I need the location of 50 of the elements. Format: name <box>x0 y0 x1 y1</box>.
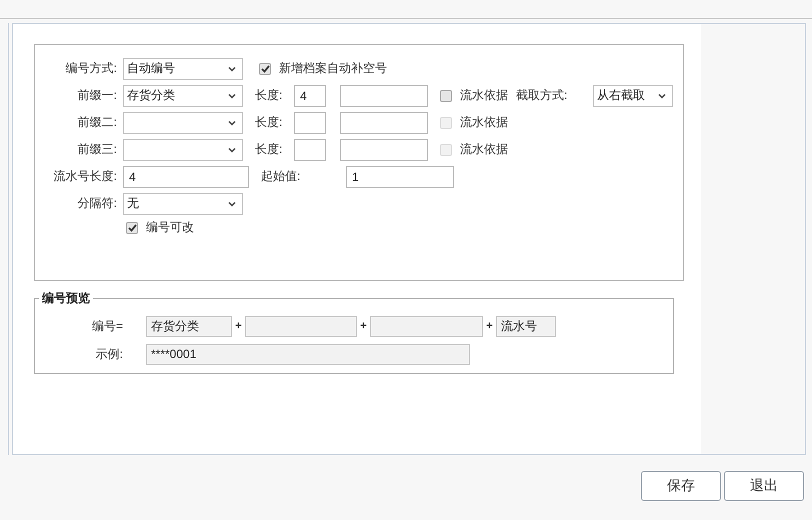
preview-part-field: 存货分类 <box>146 316 232 336</box>
prefix-field[interactable] <box>340 112 428 134</box>
checkbox[interactable] <box>126 222 138 234</box>
field-label: 长度: <box>255 87 284 104</box>
action-button[interactable]: 退出 <box>724 471 804 501</box>
length-field[interactable] <box>294 112 326 134</box>
checkbox-label: 流水依据 <box>460 141 508 158</box>
field-label: 截取方式: <box>516 87 568 104</box>
field-label: 前缀一: <box>76 87 117 104</box>
prefix-field[interactable] <box>340 84 428 106</box>
group-title: 编号预览 <box>40 290 91 307</box>
checkbox-label: 编号可改 <box>146 219 194 236</box>
field-label: 前缀三: <box>76 141 117 158</box>
chevron-down-icon <box>228 146 236 152</box>
field-label: 编号方式: <box>64 60 117 77</box>
checkbox-label: 新增档案自动补空号 <box>279 60 387 77</box>
checkbox[interactable] <box>440 90 452 102</box>
checkbox[interactable] <box>259 62 271 74</box>
cut-mode-dropdown[interactable]: 从右截取 <box>593 84 673 106</box>
prefix-field[interactable] <box>340 138 428 160</box>
preview-part-field: 流水号 <box>496 316 556 336</box>
field-label: 流水号长度: <box>52 168 117 185</box>
plus-sign: + <box>234 320 243 332</box>
example-field: ****0001 <box>146 344 470 364</box>
separator-dropdown[interactable]: 无 <box>123 192 243 214</box>
prefix-dropdown[interactable]: 存货分类 <box>123 84 243 106</box>
prefix-dropdown[interactable] <box>123 112 243 134</box>
chevron-down-icon <box>228 200 236 206</box>
field-label: 分隔符: <box>76 195 117 212</box>
field-label: 起始值: <box>261 168 302 185</box>
field-label: 前缀二: <box>76 114 117 131</box>
length-field[interactable]: 4 <box>294 84 326 106</box>
length-field[interactable] <box>294 138 326 160</box>
plus-sign: + <box>359 320 368 332</box>
checkbox-label: 流水依据 <box>460 114 508 131</box>
chevron-down-icon <box>658 92 666 98</box>
serial-length-field[interactable]: 4 <box>123 166 249 188</box>
numbering-dropdown[interactable]: 自动编号 <box>123 58 243 80</box>
field-label: 长度: <box>255 141 284 158</box>
checkbox-label: 流水依据 <box>460 87 508 104</box>
plus-sign: + <box>485 320 494 332</box>
chevron-down-icon <box>228 120 236 126</box>
chevron-down-icon <box>228 92 236 98</box>
prefix-dropdown[interactable] <box>123 138 243 160</box>
field-label: 长度: <box>255 114 284 131</box>
start-value-field[interactable]: 1 <box>346 166 454 188</box>
action-button[interactable]: 保存 <box>641 471 721 501</box>
field-label: 编号= <box>90 318 123 334</box>
field-label: 示例: <box>94 346 123 362</box>
chevron-down-icon <box>228 66 236 72</box>
